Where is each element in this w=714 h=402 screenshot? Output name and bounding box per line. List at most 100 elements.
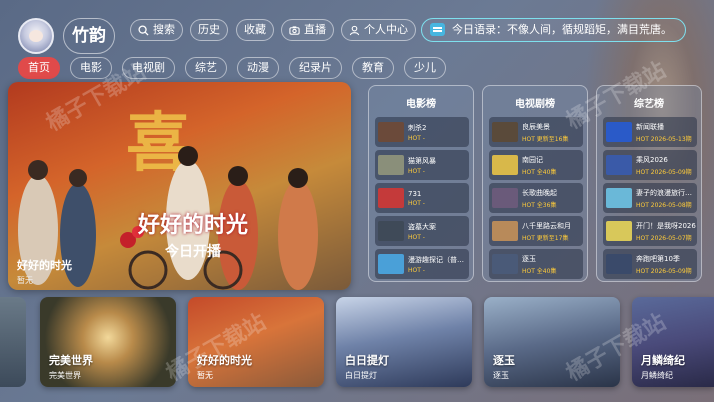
item-hot: HOT 更新至16集 [522, 135, 569, 143]
list-item[interactable]: 奔跑吧第10季 HOT 2026-05-09期 [603, 249, 697, 279]
item-hot: HOT 全36集 [522, 201, 557, 209]
item-hot: HOT 2026-05-08期 [636, 201, 692, 209]
item-name: 八千里路云和月 [522, 221, 571, 230]
item-hot: HOT 2026-05-09期 [636, 168, 692, 176]
tab-variety[interactable]: 综艺 [185, 57, 227, 79]
rank-title: 电影榜 [406, 99, 436, 110]
hero-banner[interactable]: 喜 好好的时光 今日开播 好好的时光 暂无 [8, 82, 351, 290]
poster-subtitle: 今日开播 [165, 244, 221, 260]
item-name: 妻子的浪漫旅行2026 [636, 188, 696, 197]
card-sub: 逐玉 [493, 371, 509, 380]
list-item[interactable]: 盗墓大案 HOT - [375, 216, 469, 246]
item-name: 乘风2026 [636, 155, 668, 164]
item-hot: HOT 全40集 [522, 267, 557, 275]
card-name: 逐玉 [493, 354, 515, 367]
item-name: 猫第风暴 [408, 156, 436, 165]
avatar[interactable] [18, 18, 54, 54]
favorites-button[interactable]: 收藏 [236, 19, 274, 41]
item-hot: HOT - [408, 233, 425, 241]
item-name: 731 [408, 189, 422, 198]
tab-movies[interactable]: 电影 [70, 57, 112, 79]
tab-home[interactable]: 首页 [18, 57, 60, 79]
list-item[interactable]: 开门！是我呀2026 HOT 2026-05-07期 [603, 216, 697, 246]
item-hot: HOT 2026-05-13期 [636, 135, 692, 143]
thumbnail [378, 254, 404, 274]
rank-title: 综艺榜 [634, 99, 664, 110]
card-name: 月鳞绮纪 [641, 354, 685, 367]
live-label: 直播 [304, 23, 326, 36]
category-tabs: 首页 电影 电视剧 综艺 动漫 纪录片 教育 少儿 [18, 57, 446, 79]
list-item[interactable]: 妻子的浪漫旅行2026 HOT 2026-05-08期 [603, 183, 697, 213]
media-card[interactable]: 白日提灯 白日提灯 [336, 297, 472, 387]
card-caption: 完美世界 完美世界 [49, 352, 93, 381]
list-item[interactable]: 731 HOT - [375, 183, 469, 213]
item-hot: HOT 全40集 [522, 168, 557, 176]
hero-caption: 好好的时光 暂无 [17, 257, 72, 286]
media-card[interactable]: 完美世界 完美世界 [40, 297, 176, 387]
item-name: 奔跑吧第10季 [636, 254, 680, 263]
thumbnail [378, 122, 404, 142]
tab-tv[interactable]: 电视剧 [122, 57, 175, 79]
search-label: 搜索 [153, 23, 175, 36]
thumbnail [606, 254, 632, 274]
thumbnail [606, 122, 632, 142]
thumbnail [606, 188, 632, 208]
item-hot: HOT - [408, 199, 425, 207]
profile-label: 个人中心 [364, 23, 408, 36]
list-item[interactable]: 南园记 HOT 全40集 [489, 150, 583, 180]
list-item[interactable]: 乘风2026 HOT 2026-05-09期 [603, 150, 697, 180]
item-hot: HOT - [408, 266, 425, 274]
media-card[interactable]: 好好的时光 暂无 [188, 297, 324, 387]
item-hot: HOT 2026-05-09期 [636, 267, 692, 275]
item-name: 南园记 [522, 155, 543, 164]
top-bar: 竹韵 搜索 历史 收藏 直播 个人中心 今日语录：不像人间，循规蹈矩，满目荒唐。 [0, 0, 714, 56]
thumbnail [492, 254, 518, 274]
rank-title: 电视剧榜 [515, 99, 555, 110]
tab-education[interactable]: 教育 [352, 57, 394, 79]
username[interactable]: 竹韵 [63, 18, 115, 54]
media-card[interactable]: 月鳞绮纪 月鳞绮纪 [632, 297, 714, 387]
media-card[interactable]: 逐玉 逐玉 [484, 297, 620, 387]
favorites-label: 收藏 [244, 23, 266, 36]
tab-anime[interactable]: 动漫 [237, 57, 279, 79]
thumbnail [492, 155, 518, 175]
search-button[interactable]: 搜索 [130, 19, 183, 41]
poster-title: 好好的时光 [138, 212, 249, 238]
list-item[interactable]: 逐玉 HOT 全40集 [489, 249, 583, 279]
thumbnail [378, 221, 404, 241]
daily-quote[interactable]: 今日语录：不像人间，循规蹈矩，满目荒唐。 [421, 18, 686, 42]
partial-card[interactable] [0, 297, 26, 387]
history-button[interactable]: 历史 [190, 19, 228, 41]
card-sub: 白日提灯 [345, 371, 377, 380]
item-name: 盗墓大案 [408, 222, 436, 231]
list-item[interactable]: 八千里路云和月 HOT 更新至17集 [489, 216, 583, 246]
live-button[interactable]: 直播 [281, 19, 334, 41]
item-name: 漫游趣探记（普通话） [408, 255, 468, 264]
card-name: 好好的时光 [197, 354, 252, 367]
thumbnail [492, 122, 518, 142]
card-name: 完美世界 [49, 354, 93, 367]
list-item[interactable]: 漫游趣探记（普通话） HOT - [375, 249, 469, 279]
card-caption: 逐玉 逐玉 [493, 352, 515, 381]
movie-rank-panel: 电影榜 刺杀2 HOT - 猫第风暴 HOT - 731 HOT - 盗墓大案 HOT … [368, 85, 474, 282]
tab-documentary[interactable]: 纪录片 [289, 57, 342, 79]
thumbnail [606, 221, 632, 241]
hero-sub: 暂无 [17, 276, 33, 285]
thumbnail [378, 155, 404, 175]
item-hot: HOT - [408, 134, 425, 142]
item-hot: HOT 更新至17集 [522, 234, 569, 242]
list-item[interactable]: 刺杀2 HOT - [375, 117, 469, 147]
item-hot: HOT - [408, 167, 425, 175]
history-label: 历史 [198, 23, 220, 36]
tab-kids[interactable]: 少儿 [404, 57, 446, 79]
list-item[interactable]: 长歌曲晚起 HOT 全36集 [489, 183, 583, 213]
thumbnail [492, 188, 518, 208]
profile-button[interactable]: 个人中心 [341, 19, 416, 41]
card-name: 白日提灯 [345, 354, 389, 367]
list-item[interactable]: 新闻联播 HOT 2026-05-13期 [603, 117, 697, 147]
variety-rank-panel: 综艺榜 新闻联播 HOT 2026-05-13期 乘风2026 HOT 2026-0… [596, 85, 702, 282]
thumbnail [492, 221, 518, 241]
card-caption: 好好的时光 暂无 [197, 352, 252, 381]
list-item[interactable]: 良辰美景 HOT 更新至16集 [489, 117, 583, 147]
list-item[interactable]: 猫第风暴 HOT - [375, 150, 469, 180]
